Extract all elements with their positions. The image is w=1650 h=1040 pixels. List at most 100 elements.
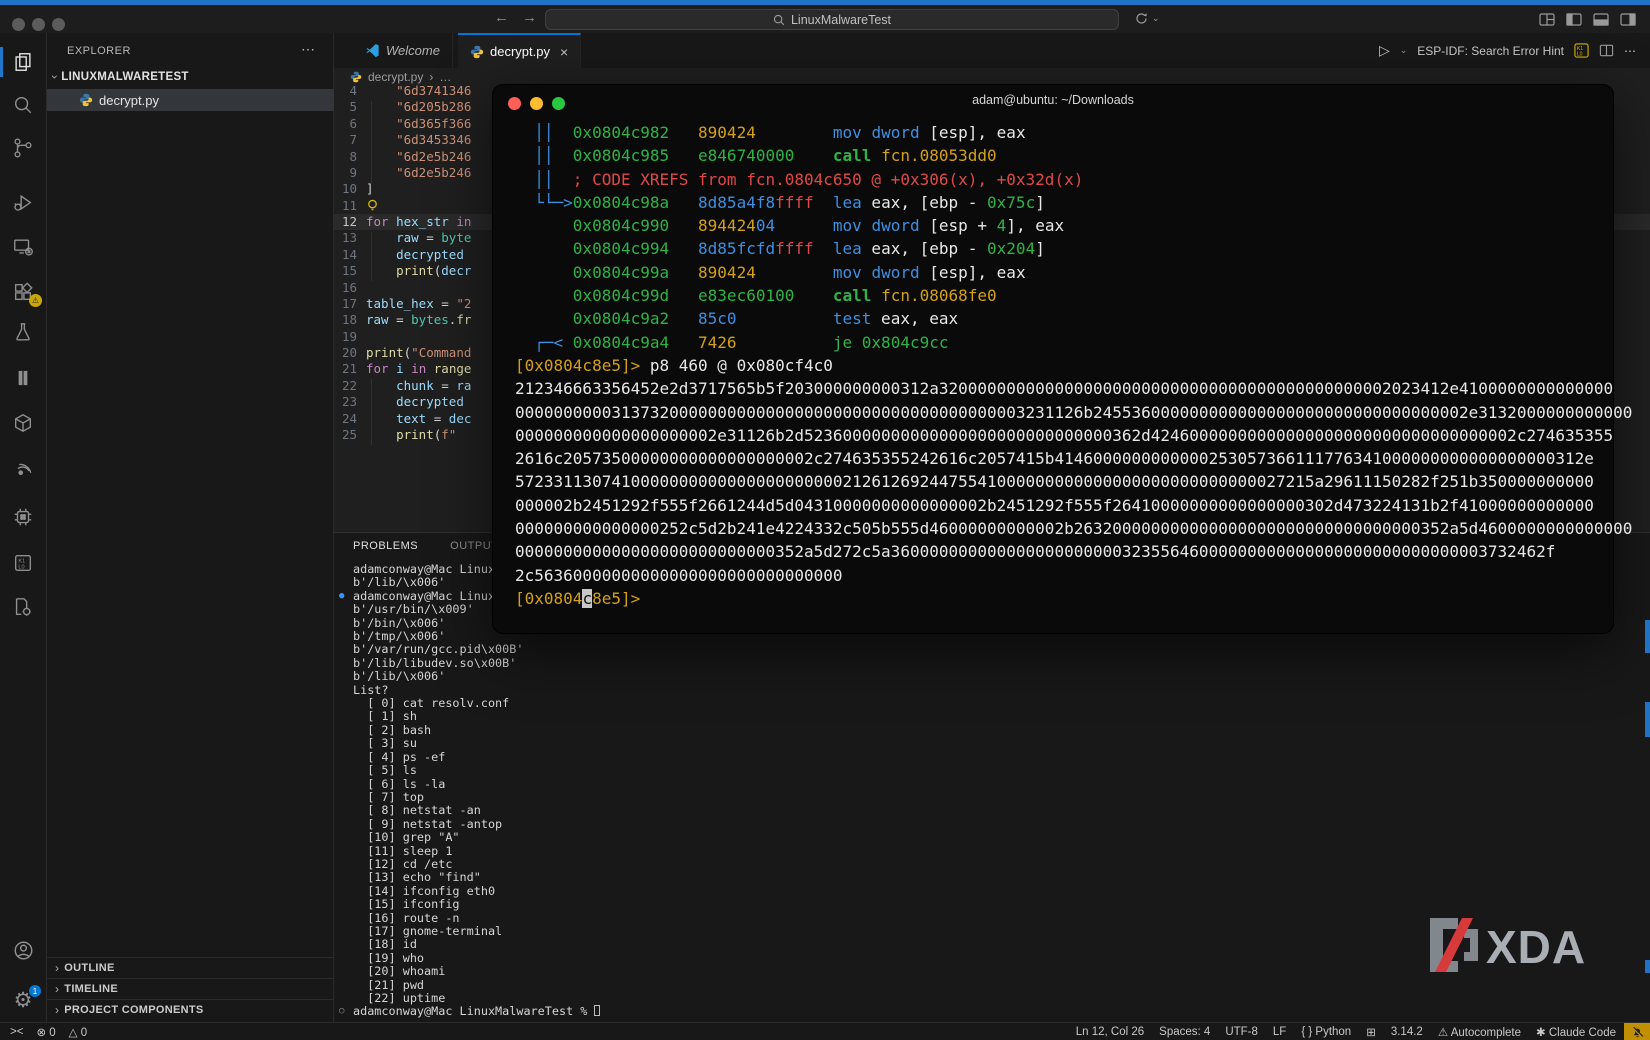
panel-line: [ 8] netstat -an [353, 804, 600, 817]
eol[interactable]: LF [1273, 1026, 1286, 1038]
editor-actions: ▷ ⌄ ESP-IDF: Search Error Hint K1L0 ⋯ [1379, 33, 1636, 68]
line-number: 10 [334, 181, 357, 197]
section-timeline[interactable]: › TIMELINE [47, 978, 334, 999]
do-not-disturb-button[interactable] [1624, 1023, 1650, 1040]
screen: ← → LinuxMalwareTest ⌄ [0, 0, 1650, 1040]
chevron-right-icon: › [55, 1003, 59, 1017]
forward-arrow-icon[interactable]: → [522, 9, 537, 26]
sidebar-item-remote-explorer[interactable] [0, 230, 46, 264]
terminal-line: 2c56360000000000000000000000000000 [515, 564, 1605, 587]
terminal-window[interactable]: adam@ubuntu: ~/Downloads ││ 0x0804c982 8… [493, 85, 1613, 633]
language-mode[interactable]: { } Python [1301, 1026, 1351, 1038]
panel-line: [ 0] cat resolv.conf [353, 697, 600, 710]
panel-line: [13] echo "find" [353, 871, 600, 884]
toggle-panel-icon[interactable] [1593, 13, 1609, 26]
terminal-line: ││ 0x0804c985 e846740000 call fcn.08053d… [515, 144, 1605, 167]
back-arrow-icon[interactable]: ← [494, 9, 509, 26]
panel-line: [17] gnome-terminal [353, 925, 600, 938]
editor-tab-bar: Welcome decrypt.py × ▷ ⌄ ESP-IDF: Search… [334, 33, 1650, 68]
copilot-menu[interactable]: ⌄ [1134, 11, 1160, 26]
terminal-line: 0000000000313732000000000000000000000000… [515, 401, 1605, 424]
errors[interactable]: ⊗ 0 [36, 1025, 55, 1039]
remote-indicator[interactable]: >< [10, 1026, 23, 1038]
line-number: 22 [334, 378, 357, 394]
sidebar-item-esp-idf[interactable] [0, 453, 46, 487]
folder-row[interactable]: › LINUXMALWARETEST [53, 70, 189, 84]
tab-label: decrypt.py [490, 44, 550, 59]
sidebar-item-search[interactable] [0, 88, 46, 122]
sidebar-item-extensions[interactable]: ⚠ [0, 275, 46, 309]
indentation[interactable]: Spaces: 4 [1159, 1026, 1210, 1038]
python-env-icon[interactable]: ⊞ [1366, 1025, 1376, 1039]
line-number: 9 [334, 165, 357, 181]
panel-tabs: PROBLEMS OUTPUT [353, 540, 498, 552]
line-number: 13 [334, 230, 357, 246]
sidebar-item-kconfig[interactable]: K1L0 [0, 546, 46, 580]
tab-label: Welcome [386, 43, 440, 58]
minimize-window-button[interactable] [32, 18, 45, 31]
chevron-down-icon: ⌄ [1152, 13, 1160, 24]
python-icon [79, 93, 93, 107]
close-window-button[interactable] [12, 18, 25, 31]
tab-decrypt-py[interactable]: decrypt.py × [458, 33, 581, 68]
breadcrumb-more: … [439, 70, 451, 84]
panel-line: [18] id [353, 938, 600, 951]
section-project-components[interactable]: › PROJECT COMPONENTS [47, 999, 334, 1020]
line-number: 18 [334, 312, 357, 328]
panel-line: [ 4] ps -ef [353, 751, 600, 764]
tab-output[interactable]: OUTPUT [450, 540, 498, 552]
toggle-secondary-sidebar-icon[interactable] [1620, 13, 1636, 26]
sidebar-item-file-settings[interactable] [0, 590, 46, 624]
run-button[interactable]: ▷ [1379, 42, 1390, 59]
autocomplete[interactable]: ⚠ Autocomplete [1438, 1025, 1521, 1039]
panel-line: b'/lib/\x006' [353, 670, 600, 683]
panel-line: [ 6] ls -la [353, 778, 600, 791]
esp-idf-icon[interactable]: K1L0 [1574, 43, 1589, 58]
file-row-decrypt-py[interactable]: decrypt.py [47, 89, 334, 111]
sidebar-item-testing[interactable] [0, 315, 46, 349]
tab-problems[interactable]: PROBLEMS [353, 540, 418, 552]
close-icon[interactable]: × [560, 44, 568, 60]
chevron-down-icon[interactable]: ⌄ [1400, 45, 1408, 56]
remote-explorer-icon [12, 236, 34, 258]
claude-code[interactable]: ✱ Claude Code [1536, 1025, 1616, 1039]
settings-badge: 1 [29, 985, 41, 997]
warnings[interactable]: △ 0 [69, 1025, 87, 1039]
line-number: 16 [334, 280, 357, 296]
cursor-position[interactable]: Ln 12, Col 26 [1076, 1026, 1144, 1038]
terminal-content[interactable]: ││ 0x0804c982 890424 mov dword [esp], ea… [515, 121, 1605, 610]
line-number: 8 [334, 149, 357, 165]
sidebar-item-container[interactable] [0, 406, 46, 440]
command-center-search[interactable]: LinuxMalwareTest [545, 9, 1119, 30]
zoom-window-button[interactable] [52, 18, 65, 31]
lightbulb-icon[interactable] [366, 199, 379, 212]
line-number: 15 [334, 263, 357, 279]
sidebar-item-source-control[interactable] [0, 131, 46, 165]
sidebar-item-explorer[interactable] [0, 45, 46, 79]
encoding[interactable]: UTF-8 [1225, 1026, 1258, 1038]
more-actions-icon[interactable]: ⋯ [301, 41, 315, 58]
tab-welcome[interactable]: Welcome [353, 33, 453, 68]
chevron-down-icon: › [48, 75, 62, 79]
more-actions-icon[interactable]: ⋯ [1624, 44, 1636, 58]
split-editor-icon[interactable] [1599, 43, 1614, 58]
python-version[interactable]: 3.14.2 [1391, 1026, 1423, 1038]
sidebar-item-run-debug[interactable] [0, 186, 46, 220]
sidebar-item-chip[interactable] [0, 500, 46, 534]
panel-line: List? [353, 684, 600, 697]
search-icon [773, 14, 785, 26]
toggle-primary-sidebar-icon[interactable] [1566, 13, 1582, 26]
sidebar-item-pause[interactable] [0, 361, 46, 395]
edge-sliver [1645, 702, 1650, 737]
settings-button[interactable]: ⚙ 1 [0, 983, 46, 1017]
terminal-line: [0x0804c8e5]> [515, 587, 1605, 610]
section-outline[interactable]: › OUTLINE [47, 957, 334, 978]
line-number: 17 [334, 296, 357, 312]
file-gear-icon [12, 596, 34, 618]
panel-line: [ 9] netstat -antop [353, 818, 600, 831]
esp-idf-hint[interactable]: ESP-IDF: Search Error Hint [1417, 44, 1564, 58]
python-icon [470, 45, 484, 59]
customize-layout-icon[interactable] [1539, 13, 1555, 26]
prompt-circle-icon: ○ [339, 1005, 344, 1018]
account-button[interactable] [0, 933, 46, 967]
